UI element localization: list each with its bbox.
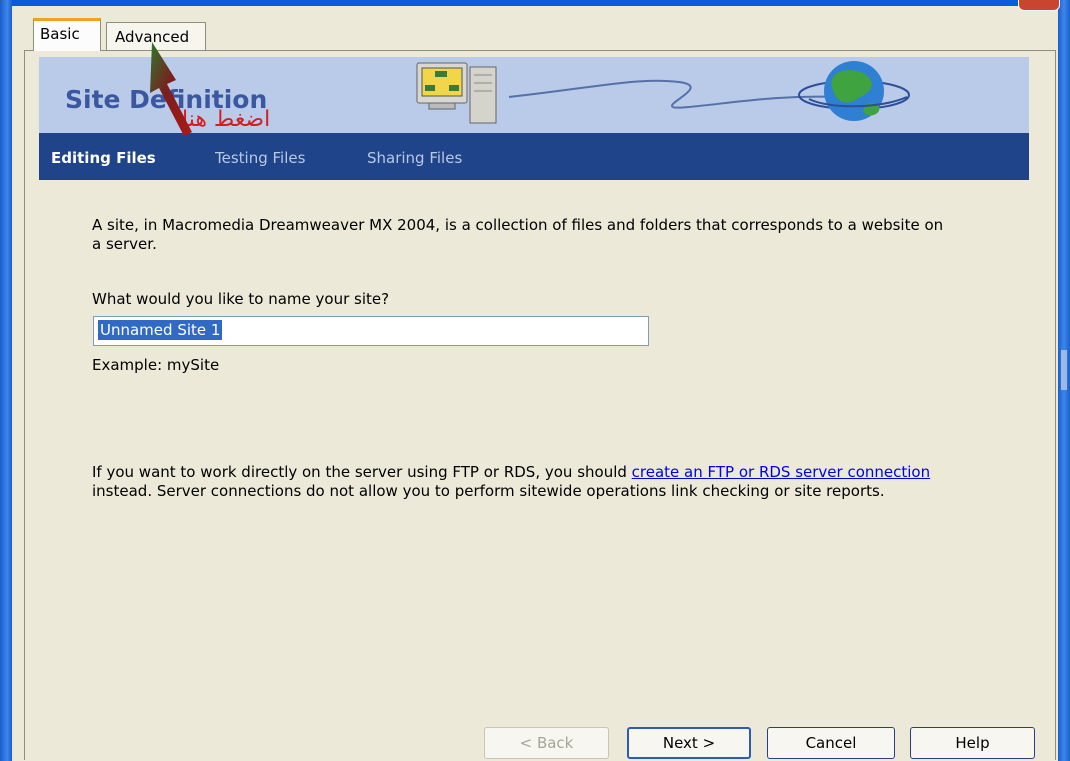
- tab-page-border: [24, 50, 25, 760]
- site-name-value: Unnamed Site 1: [98, 320, 223, 340]
- nav-item-sharing-files[interactable]: Sharing Files: [367, 149, 462, 167]
- intro-text: A site, in Macromedia Dreamweaver MX 200…: [92, 216, 944, 253]
- cancel-button[interactable]: Cancel: [767, 727, 895, 759]
- window-frame-right: [1058, 0, 1070, 761]
- nav-item-testing-files[interactable]: Testing Files: [215, 149, 305, 167]
- next-button[interactable]: Next >: [627, 727, 751, 759]
- nav-item-editing-files[interactable]: Editing Files: [51, 149, 156, 167]
- server-text-after: instead. Server connections do not allow…: [92, 482, 885, 500]
- back-button[interactable]: < Back: [484, 727, 609, 759]
- server-connection-link[interactable]: create an FTP or RDS server connection: [632, 463, 930, 481]
- server-connection-text: If you want to work directly on the serv…: [92, 463, 942, 501]
- help-button[interactable]: Help: [910, 727, 1035, 759]
- tab-page-border: [1055, 50, 1056, 760]
- server-text-before: If you want to work directly on the serv…: [92, 463, 632, 481]
- globe-icon: [798, 61, 910, 121]
- site-name-label: What would you like to name your site?: [92, 290, 390, 308]
- section-nav: Editing Files Testing Files Sharing File…: [39, 133, 1029, 180]
- window-frame-left: [0, 0, 12, 761]
- tab-basic[interactable]: Basic: [33, 18, 101, 51]
- example-hint: Example: mySite: [92, 356, 220, 374]
- site-name-input[interactable]: Unnamed Site 1: [93, 316, 649, 346]
- computer-icon: [416, 62, 497, 124]
- arrow-annotation-icon: [150, 42, 192, 136]
